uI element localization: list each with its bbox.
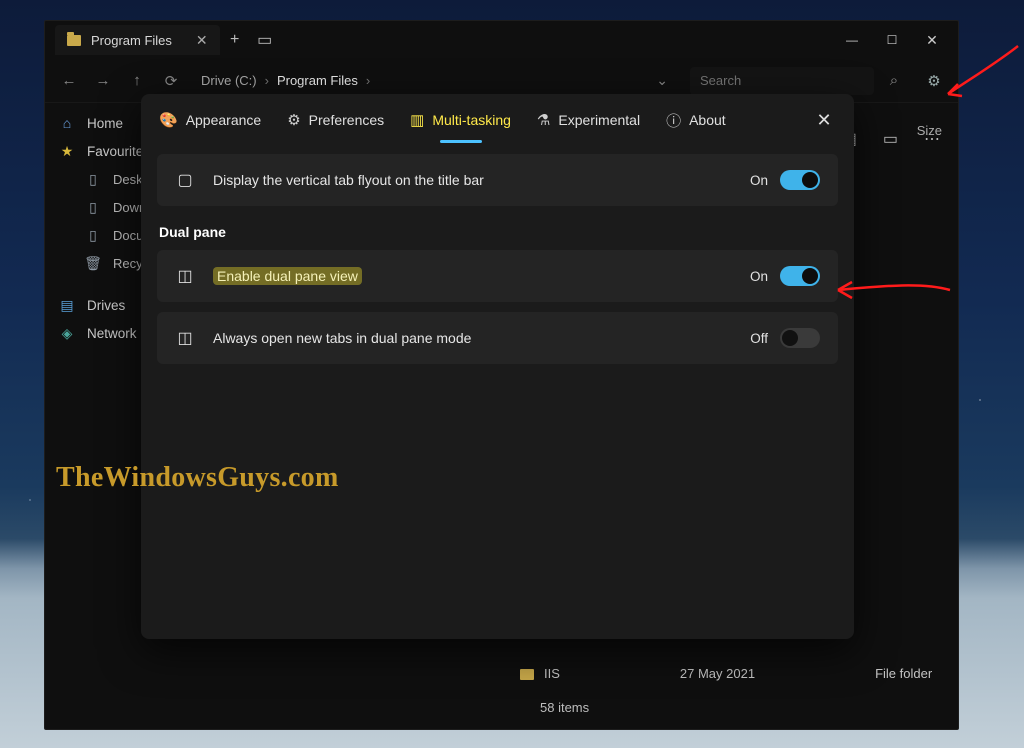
minimize-button[interactable]: —: [832, 25, 872, 55]
new-tab-button[interactable]: +: [220, 25, 250, 55]
chevron-right-icon: ›: [366, 73, 370, 88]
back-button[interactable]: ←: [55, 67, 83, 95]
tab-close-button[interactable]: ✕: [196, 32, 208, 49]
setting-new-tabs-dual-pane: ◫ Always open new tabs in dual pane mode…: [157, 312, 838, 364]
settings-tabs: 🎨 Appearance ⚙ Preferences ▥ Multi-taski…: [141, 94, 854, 146]
folder-icon: [67, 35, 81, 46]
chevron-right-icon: ›: [265, 73, 269, 88]
row-type: File folder: [875, 666, 932, 681]
home-icon: ⌂: [59, 115, 75, 131]
tab-label: Preferences: [309, 112, 384, 128]
toggle-vertical-tab-flyout[interactable]: [780, 170, 820, 190]
settings-dialog: 🎨 Appearance ⚙ Preferences ▥ Multi-taski…: [141, 94, 854, 639]
maximize-button[interactable]: ☐: [872, 25, 912, 55]
network-icon: ◈: [59, 325, 75, 341]
tab-label: Multi-tasking: [432, 112, 511, 128]
page-icon: ▯: [85, 227, 101, 243]
more-options-icon[interactable]: ⋯: [924, 129, 940, 149]
table-row[interactable]: IIS 27 May 2021 File folder: [520, 666, 932, 681]
breadcrumb-root[interactable]: Drive (C:): [201, 73, 257, 88]
window-close-button[interactable]: ✕: [912, 25, 952, 55]
sliders-icon: ⚙: [287, 111, 300, 129]
breadcrumb[interactable]: Drive (C:) › Program Files › ⌄: [191, 72, 684, 89]
toggle-state-text: On: [750, 173, 768, 188]
dialog-close-button[interactable]: ✕: [810, 110, 838, 131]
setting-label: Always open new tabs in dual pane mode: [213, 330, 732, 346]
page-icon: ▯: [85, 171, 101, 187]
info-icon: ⓘ: [666, 110, 681, 131]
sidebar-label: Network: [87, 326, 137, 341]
settings-gear-button[interactable]: ⚙: [920, 67, 948, 95]
sidebar-label: Drives: [87, 298, 125, 313]
breadcrumb-current[interactable]: Program Files: [277, 73, 358, 88]
tab-title: Program Files: [91, 33, 172, 48]
toggle-enable-dual-pane[interactable]: [780, 266, 820, 286]
settings-body: ▢ Display the vertical tab flyout on the…: [141, 146, 854, 639]
tab-label: Experimental: [558, 112, 640, 128]
search-input[interactable]: [690, 67, 874, 95]
page-icon: ▯: [85, 199, 101, 215]
refresh-button[interactable]: ⟳: [157, 67, 185, 95]
card-view-icon[interactable]: ▭: [883, 129, 898, 149]
up-button[interactable]: ↑: [123, 67, 151, 95]
sidebar-label: Home: [87, 116, 123, 131]
setting-label: Display the vertical tab flyout on the t…: [213, 172, 732, 188]
tab-overview-button[interactable]: ▭: [250, 25, 280, 55]
tab-appearance[interactable]: 🎨 Appearance: [157, 105, 263, 135]
tab-label: About: [689, 112, 726, 128]
toggle-state-text: Off: [750, 331, 768, 346]
dual-pane-icon: ◫: [175, 328, 195, 348]
tab-preferences[interactable]: ⚙ Preferences: [285, 105, 386, 135]
toggle-new-tabs-dual-pane[interactable]: [780, 328, 820, 348]
watermark-text: TheWindowsGuys.com: [56, 462, 339, 494]
tab-experimental[interactable]: ⚗ Experimental: [535, 105, 642, 135]
flask-icon: ⚗: [537, 111, 550, 129]
trash-icon: 🗑: [85, 255, 101, 271]
star-icon: ★: [59, 143, 75, 159]
tab-about[interactable]: ⓘ About: [664, 104, 728, 137]
tab-multitasking[interactable]: ▥ Multi-tasking: [408, 105, 513, 135]
view-mode-strip: ▦ ▭ ⋯: [842, 129, 940, 149]
toggle-state-text: On: [750, 269, 768, 284]
setting-vertical-tab-flyout: ▢ Display the vertical tab flyout on the…: [157, 154, 838, 206]
tab-program-files[interactable]: Program Files ✕: [55, 25, 220, 55]
search-icon[interactable]: ⌕: [880, 67, 908, 95]
window-icon: ▢: [175, 170, 195, 190]
section-heading-dual-pane: Dual pane: [159, 224, 836, 240]
row-date: 27 May 2021: [680, 666, 755, 681]
status-bar: 58 items: [540, 700, 589, 715]
palette-icon: 🎨: [159, 111, 178, 129]
folder-icon: [520, 669, 534, 680]
drive-icon: ▤: [59, 297, 75, 313]
forward-button[interactable]: →: [89, 67, 117, 95]
tab-label: Appearance: [186, 112, 262, 128]
row-name: IIS: [544, 666, 560, 681]
setting-enable-dual-pane: ◫ Enable dual pane view On: [157, 250, 838, 302]
chevron-down-icon[interactable]: ⌄: [656, 72, 668, 89]
dual-pane-icon: ◫: [175, 266, 195, 286]
titlebar: Program Files ✕ + ▭ — ☐ ✕: [45, 21, 958, 59]
setting-label: Enable dual pane view: [213, 268, 732, 284]
columns-icon: ▥: [410, 111, 424, 129]
